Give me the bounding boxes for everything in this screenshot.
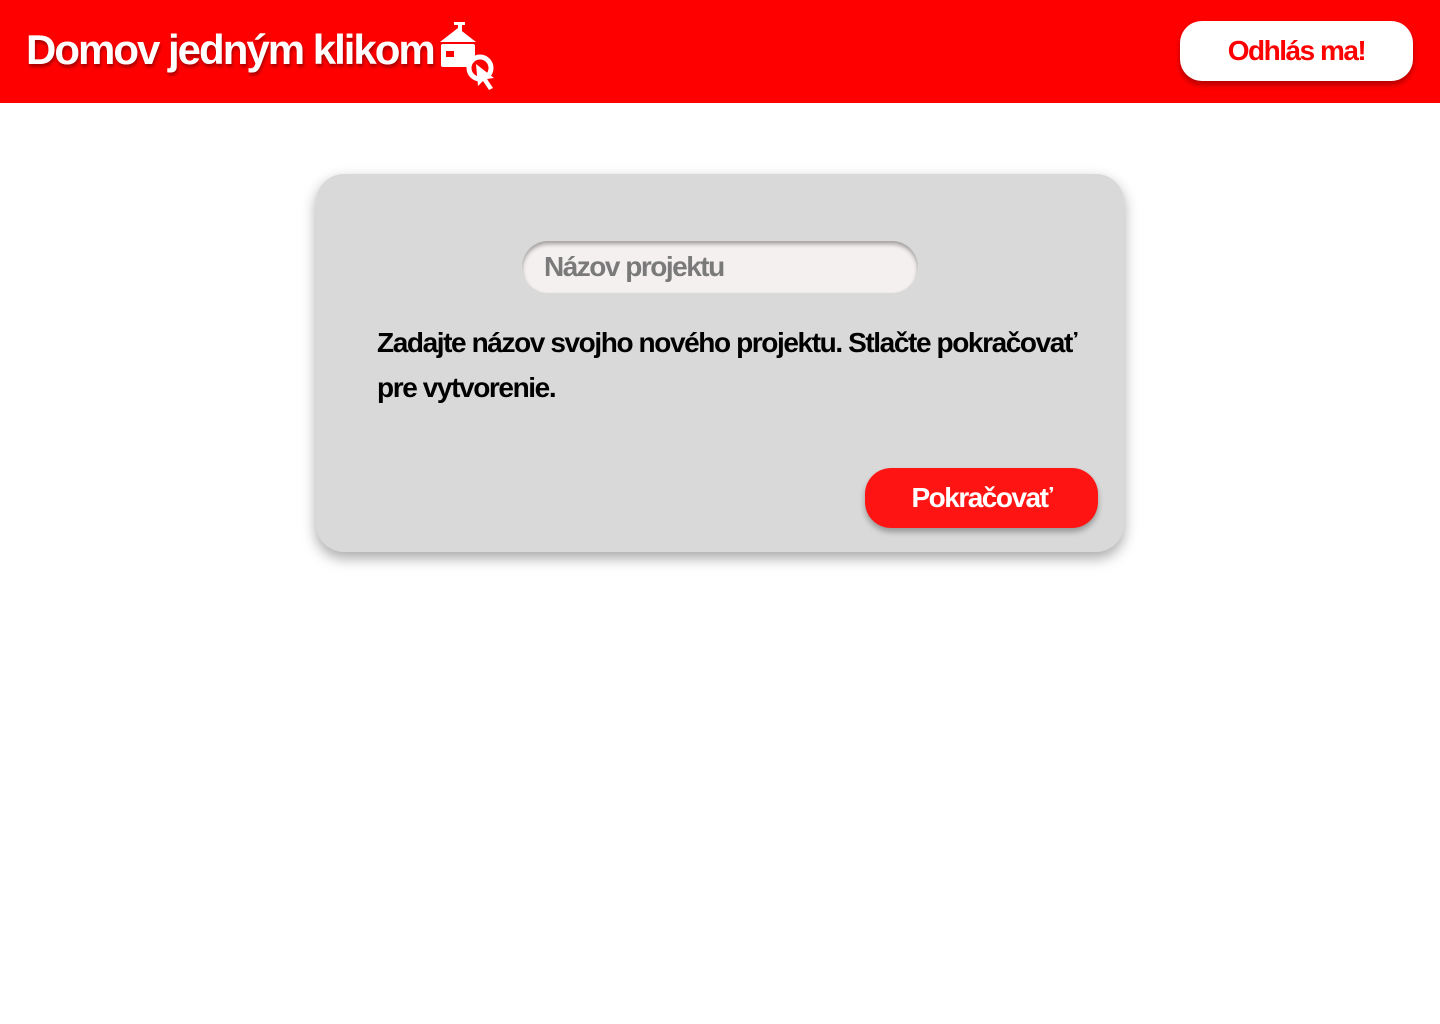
project-name-input[interactable] (522, 241, 918, 293)
new-project-card: Zadajte názov svojho nového projektu. St… (316, 174, 1124, 552)
continue-button[interactable]: Pokračovať (865, 468, 1098, 528)
house-with-cursor-icon (440, 22, 494, 90)
top-bar: Domov jedným klikom Odhlás ma! (0, 0, 1440, 103)
logout-button[interactable]: Odhlás ma! (1180, 21, 1413, 81)
instructions-text: Zadajte názov svojho nového projektu. St… (377, 327, 1077, 403)
app-title: Domov jedným klikom (26, 26, 436, 73)
